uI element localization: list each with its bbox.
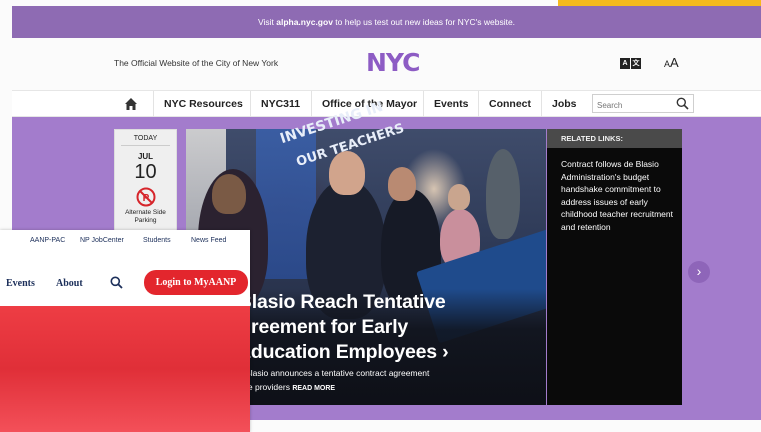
person-right-face xyxy=(388,167,416,201)
alpha-banner[interactable]: Visit alpha.nyc.gov to help us test out … xyxy=(12,6,761,38)
nav-events[interactable]: Events xyxy=(423,91,468,117)
related-link[interactable]: Contract follows de Blasio Administratio… xyxy=(547,148,682,233)
today-label: TODAY xyxy=(121,135,170,146)
news-feed-link[interactable]: News Feed xyxy=(191,237,226,244)
aanp-nav-about[interactable]: About xyxy=(56,278,83,289)
read-more-link[interactable]: READ MORE xyxy=(292,385,335,392)
students-link[interactable]: Students xyxy=(143,237,171,244)
np-jobcenter-link[interactable]: NP JobCenter xyxy=(80,237,124,244)
aanp-pac-link[interactable]: AANP-PAC xyxy=(30,237,65,244)
home-icon[interactable] xyxy=(124,97,138,111)
today-date-card[interactable]: TODAY JUL 10 P Alternate Side Parking xyxy=(114,129,177,234)
person-woman-face xyxy=(448,184,470,210)
official-website-text: The Official Website of the City of New … xyxy=(114,58,279,68)
main-nav: NYC Resources NYC311 Office of the Mayor… xyxy=(12,90,761,117)
date-day: 10 xyxy=(134,161,157,183)
nav-jobs[interactable]: Jobs xyxy=(541,91,577,117)
search-icon[interactable] xyxy=(676,97,689,115)
translate-icon[interactable]: A文 xyxy=(620,58,641,69)
banner-link[interactable]: alpha.nyc.gov xyxy=(276,17,333,27)
banner-prefix: Visit xyxy=(257,17,274,27)
person-left-face xyxy=(212,174,246,214)
search-input[interactable] xyxy=(593,97,663,114)
nav-nyc311[interactable]: NYC311 xyxy=(250,91,300,117)
login-myaanp-button[interactable]: Login to MyAANP xyxy=(144,270,248,295)
translate-glyph-latin: A xyxy=(620,58,630,69)
text-size-large: A xyxy=(670,55,679,70)
nyc-logo[interactable]: NYC xyxy=(366,48,420,77)
aanp-top-links: AANP-PAC NP JobCenter Students News Feed xyxy=(0,236,250,248)
screen: Visit alpha.nyc.gov to help us test out … xyxy=(0,0,761,432)
related-links-heading: RELATED LINKS: xyxy=(547,129,682,148)
asp-label: Alternate Side Parking xyxy=(125,209,166,224)
aanp-nav-events[interactable]: Events xyxy=(6,278,35,289)
carousel-next-arrow-icon[interactable]: › xyxy=(688,261,710,283)
nav-connect[interactable]: Connect xyxy=(478,91,531,117)
site-header: The Official Website of the City of New … xyxy=(12,38,761,90)
related-links-panel: RELATED LINKS: Contract follows de Blasi… xyxy=(547,129,682,405)
translate-glyph-cjk: 文 xyxy=(631,58,641,69)
date-month: JUL xyxy=(137,152,154,161)
aanp-red-banner xyxy=(0,306,250,432)
nav-nyc-resources[interactable]: NYC Resources xyxy=(153,91,243,117)
banner-suffix: to help us test out new ideas for NYC's … xyxy=(335,17,516,27)
aanp-search-icon[interactable] xyxy=(110,276,123,294)
search-box[interactable] xyxy=(592,94,694,115)
text-size-icon[interactable]: AA xyxy=(664,55,679,70)
aanp-overlay: AANP-PAC NP JobCenter Students News Feed… xyxy=(0,230,250,432)
no-parking-icon: P xyxy=(136,187,156,207)
person-background xyxy=(486,149,520,239)
